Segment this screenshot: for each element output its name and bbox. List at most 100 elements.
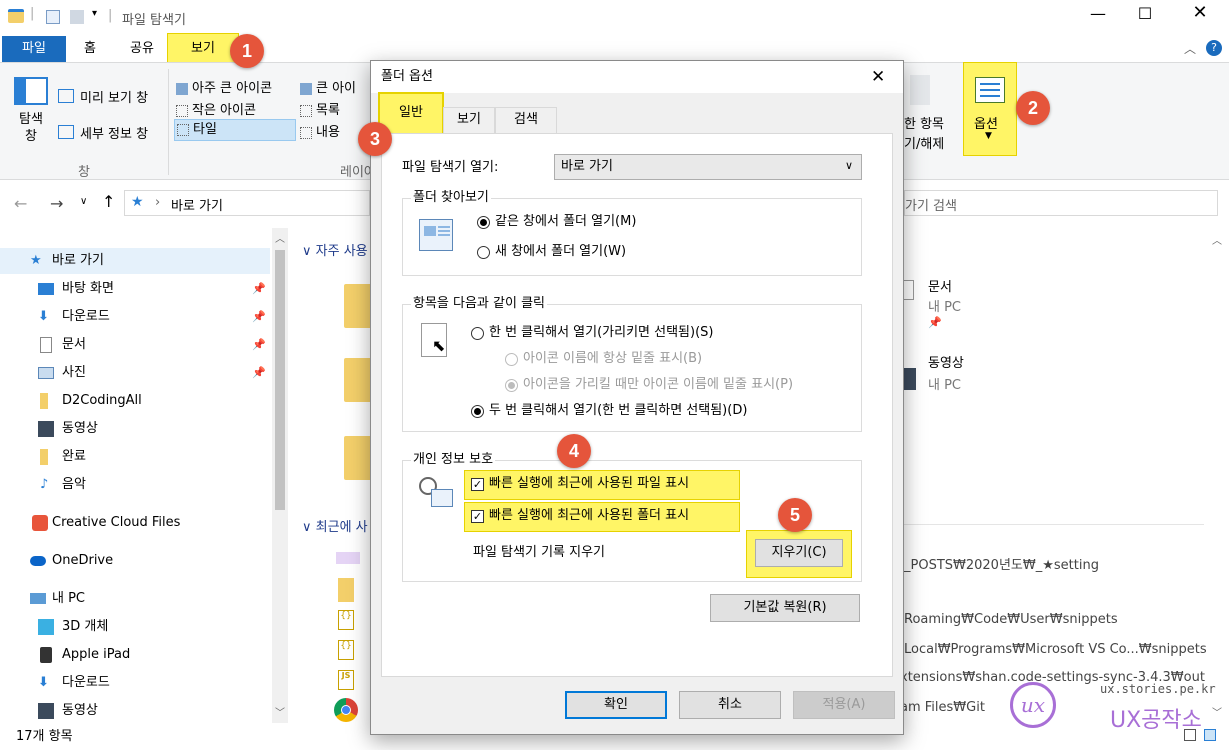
documents-tile-name[interactable]: 문서 [928, 276, 952, 295]
content-option[interactable]: 내용 [300, 121, 340, 140]
nav-item-creative-cloud[interactable]: Creative Cloud Files [0, 510, 270, 536]
content-scrollbar[interactable]: ︿ ﹀ [1209, 228, 1225, 723]
show-recent-files-option[interactable]: ✓ 빠른 실행에 최근에 사용된 파일 표시 [464, 470, 740, 500]
tab-home[interactable]: 홈 [70, 36, 110, 62]
pc-icon [30, 593, 46, 604]
recent-dropdown-icon[interactable]: ∨ [80, 196, 87, 207]
nav-item-pictures[interactable]: 사진 📌 [0, 360, 270, 386]
list-option[interactable]: 목록 [300, 99, 340, 118]
tab-view[interactable]: 보기 [443, 107, 495, 133]
nav-item-onedrive[interactable]: OneDrive [0, 548, 270, 574]
browse-new-window-label[interactable]: 새 창에서 폴더 열기(W) [495, 244, 626, 260]
search-input[interactable]: 가기 검색 [904, 190, 1218, 216]
cancel-button[interactable]: 취소 [679, 691, 781, 719]
show-recent-files-checkbox[interactable]: ✓ [471, 478, 484, 491]
tiles-option[interactable]: 타일 [174, 119, 296, 141]
close-button[interactable]: ✕ [1180, 2, 1220, 28]
recent-path[interactable]: _POSTS₩2020년도₩_★setting [904, 554, 1099, 573]
scroll-thumb[interactable] [275, 250, 285, 510]
address-input[interactable]: ★ › 바로 가기 [124, 190, 370, 216]
videos-tile-name[interactable]: 동영상 [928, 352, 964, 371]
browse-new-window-radio[interactable] [477, 246, 490, 259]
scroll-up-icon[interactable]: ︿ [275, 230, 285, 245]
nav-item-videos-pc[interactable]: 동영상 [0, 698, 270, 724]
nav-item-done[interactable]: 완료 [0, 444, 270, 470]
details-pane-button[interactable]: 세부 정보 창 [80, 123, 148, 142]
restore-defaults-button[interactable]: 기본값 복원(R) [710, 594, 860, 622]
qat-dropdown-icon[interactable]: ▾ [92, 8, 97, 19]
nav-item-3d-objects[interactable]: 3D 개체 [0, 614, 270, 640]
details-view-icon[interactable] [1184, 729, 1196, 741]
single-click-radio[interactable] [471, 327, 484, 340]
up-arrow-icon[interactable]: ↑ [102, 192, 115, 211]
single-click-label[interactable]: 한 번 클릭해서 열기(가리키면 선택됨)(S) [489, 325, 713, 341]
underline-hover-label[interactable]: 아이콘을 가리킬 때만 아이콘 이름에 밑줄 표시(P) [523, 377, 793, 393]
underline-always-label[interactable]: 아이콘 이름에 항상 밑줄 표시(B) [523, 351, 702, 367]
nav-item-downloads[interactable]: ⬇ 다운로드 📌 [0, 304, 270, 330]
collapse-ribbon-icon[interactable]: ︿ [1184, 40, 1196, 57]
underline-always-radio[interactable] [505, 353, 518, 366]
nav-item-this-pc[interactable]: 내 PC [0, 586, 270, 612]
browse-same-window-label[interactable]: 같은 창에서 폴더 열기(M) [495, 214, 636, 230]
nav-item-desktop[interactable]: 바탕 화면 📌 [0, 276, 270, 302]
recent-path[interactable]: am Files₩Git [900, 700, 985, 715]
recent-section-header[interactable]: ∨ 최근에 사 [302, 516, 368, 535]
tab-search[interactable]: 검색 [495, 107, 557, 133]
scroll-up-icon[interactable]: ︿ [1212, 232, 1222, 247]
tab-share[interactable]: 공유 [120, 36, 164, 62]
json-icon[interactable]: {} [338, 640, 354, 660]
folder-icon[interactable] [344, 358, 372, 402]
chrome-icon[interactable] [334, 698, 358, 722]
maximize-button[interactable]: ☐ [1125, 4, 1165, 30]
underline-hover-radio[interactable] [505, 379, 518, 392]
hide-selected-button[interactable]: 한 항목 [904, 113, 944, 132]
nav-item-d2codingall[interactable]: D2CodingAll [0, 388, 270, 414]
dialog-close-icon[interactable]: ✕ [871, 61, 885, 93]
minimize-button[interactable]: — [1078, 4, 1118, 30]
tab-general[interactable]: 일반 [378, 92, 444, 134]
show-recent-folders-checkbox[interactable]: ✓ [471, 510, 484, 523]
clear-button[interactable]: 지우기(C) [755, 539, 843, 567]
tab-file[interactable]: 파일 [2, 36, 66, 62]
recent-path[interactable]: Local₩Programs₩Microsoft VS Co...₩snippe… [904, 642, 1207, 657]
recent-path[interactable]: Roaming₩Code₩User₩snippets [904, 612, 1118, 627]
file-icon[interactable] [336, 552, 360, 564]
nav-item-documents[interactable]: 문서 📌 [0, 332, 270, 358]
double-click-label[interactable]: 두 번 클릭해서 열기(한 번 클릭하면 선택됨)(D) [489, 403, 747, 419]
scroll-down-icon[interactable]: ﹀ [275, 704, 285, 719]
zip-icon[interactable] [338, 578, 354, 602]
nav-item-downloads-pc[interactable]: ⬇ 다운로드 [0, 670, 270, 696]
options-button[interactable]: 옵션 ▼ [963, 62, 1017, 156]
privacy-clock-icon [419, 477, 453, 509]
forward-arrow-icon[interactable]: → [50, 194, 63, 213]
properties-icon[interactable] [46, 10, 60, 24]
nav-pane-button[interactable]: 탐색 창 [14, 111, 48, 145]
new-folder-icon[interactable] [70, 10, 84, 24]
json-icon[interactable]: {} [338, 610, 354, 630]
tab-view[interactable]: 보기 [167, 33, 239, 65]
click-cursor-icon: ⬉ [421, 323, 447, 357]
small-icons-option[interactable]: 작은 아이콘 [176, 99, 256, 118]
folder-icon[interactable] [344, 284, 372, 328]
js-icon[interactable]: JS [338, 670, 354, 690]
help-icon[interactable]: ? [1206, 40, 1222, 56]
nav-item-videos[interactable]: 동영상 [0, 416, 270, 442]
large-icons-option[interactable]: 큰 아이 [300, 77, 356, 96]
preview-pane-button[interactable]: 미리 보기 창 [80, 87, 148, 106]
extra-large-icons-option[interactable]: 아주 큰 아이콘 [176, 77, 272, 96]
double-click-radio[interactable] [471, 405, 484, 418]
tiles-view-icon[interactable] [1204, 729, 1216, 741]
nav-scrollbar[interactable]: ︿ ﹀ [272, 228, 288, 723]
open-explorer-select[interactable]: 바로 가기 ∨ [554, 154, 862, 180]
back-arrow-icon[interactable]: ← [14, 194, 27, 213]
step-badge-2: 2 [1016, 91, 1050, 125]
nav-item-quick-access[interactable]: ★ 바로 가기 [0, 248, 270, 274]
nav-item-apple-ipad[interactable]: Apple iPad [0, 642, 270, 668]
browse-same-window-radio[interactable] [477, 216, 490, 229]
title-bar: | ▾ | 파일 탐색기 — ☐ ✕ [0, 0, 1229, 34]
nav-item-music[interactable]: ♪ 음악 [0, 472, 270, 498]
folder-icon[interactable] [344, 436, 372, 480]
show-recent-folders-option[interactable]: ✓ 빠른 실행에 최근에 사용된 폴더 표시 [464, 502, 740, 532]
frequent-section-header[interactable]: ∨ 자주 사용 [302, 240, 368, 259]
ok-button[interactable]: 확인 [565, 691, 667, 719]
